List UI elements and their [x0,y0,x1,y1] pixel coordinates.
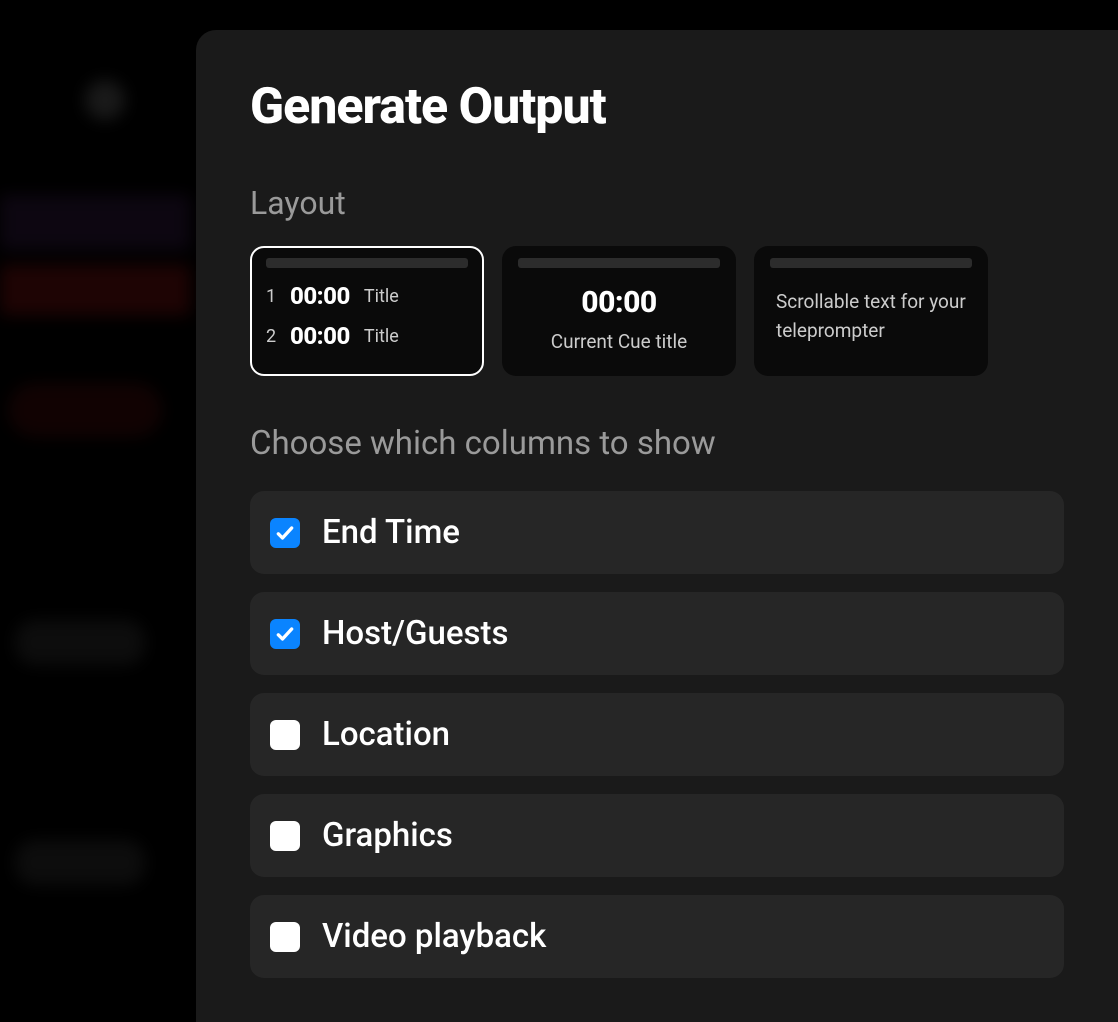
layout-option-list[interactable]: 1 00:00 Title 2 00:00 Title [250,246,484,376]
column-option-graphics[interactable]: Graphics [250,794,1064,877]
checkbox[interactable] [270,518,300,548]
row-title: Title [364,326,399,347]
modal-title: Generate Output [250,78,1064,136]
layout-preview-bar [770,258,972,268]
row-time: 00:00 [290,322,350,350]
column-option-end-time[interactable]: End Time [250,491,1064,574]
layout-option-teleprompter[interactable]: Scrollable text for your teleprompter [754,246,988,376]
column-label: End Time [322,513,460,552]
layout-option-current-cue[interactable]: 00:00 Current Cue title [502,246,736,376]
column-option-location[interactable]: Location [250,693,1064,776]
column-list: End Time Host/Guests Location Graphics [250,491,1064,978]
layout-subtitle: Current Cue title [551,330,687,353]
layout-preview-row: 2 00:00 Title [266,322,468,350]
column-label: Location [322,715,450,754]
checkbox[interactable] [270,619,300,649]
layout-big-time: 00:00 [581,285,656,320]
layout-description: Scrollable text for your teleprompter [770,278,972,345]
layout-section-label: Layout [250,184,1064,222]
generate-output-modal: Generate Output Layout 1 00:00 Title 2 0… [196,30,1118,1022]
checkbox[interactable] [270,821,300,851]
column-option-host-guests[interactable]: Host/Guests [250,592,1064,675]
checkbox[interactable] [270,720,300,750]
row-number: 2 [266,326,276,347]
layout-preview-center: 00:00 Current Cue title [518,278,720,360]
column-label: Host/Guests [322,614,508,653]
row-time: 00:00 [290,282,350,310]
columns-section-label: Choose which columns to show [250,424,1064,463]
layout-preview-bar [266,258,468,268]
row-title: Title [364,286,399,307]
checkbox[interactable] [270,922,300,952]
row-number: 1 [266,286,276,307]
check-icon [275,523,295,543]
layout-preview-row: 1 00:00 Title [266,282,468,310]
layout-preview-rows: 1 00:00 Title 2 00:00 Title [266,278,468,350]
check-icon [275,624,295,644]
layout-options: 1 00:00 Title 2 00:00 Title 00:00 Curren… [250,246,1064,376]
layout-preview-bar [518,258,720,268]
column-label: Video playback [322,917,546,956]
column-label: Graphics [322,816,453,855]
column-option-video-playback[interactable]: Video playback [250,895,1064,978]
